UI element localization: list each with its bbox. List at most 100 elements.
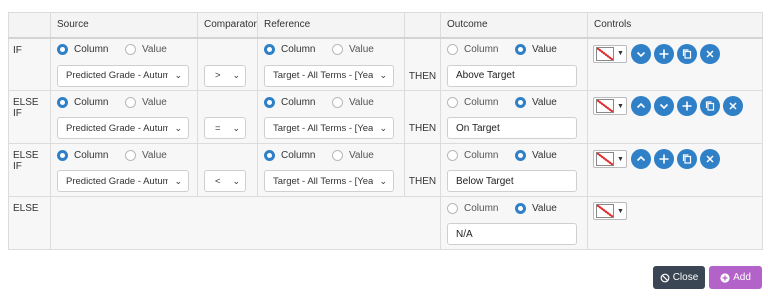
outcome-column-radio[interactable]: Column	[447, 149, 515, 161]
source-select-value: Predicted Grade - Autumn	[66, 122, 169, 134]
color-picker[interactable]: ▼	[593, 44, 627, 63]
copy-icon	[682, 48, 692, 59]
comparator-value: >	[215, 70, 221, 81]
source-cell: Column Value Predicted Grade - Autumn ⌄	[50, 143, 198, 197]
reference-select[interactable]: Target - All Terms - [YearG ⌄	[264, 117, 394, 139]
chevron-down-icon: ⌄	[174, 70, 182, 80]
radio-label: Value	[532, 202, 557, 214]
delete-row-button[interactable]	[700, 43, 720, 64]
reference-select[interactable]: Target - All Terms - [YearG ⌄	[264, 170, 394, 192]
caret-down-icon: ▼	[617, 207, 624, 215]
comparator-select[interactable]: < ⌄	[204, 170, 246, 192]
then-cell: THEN	[404, 37, 441, 91]
header-then	[404, 12, 441, 39]
outcome-value-radio[interactable]: Value	[515, 202, 583, 214]
rules-table: Source Comparator Reference Outcome Cont…	[8, 12, 763, 250]
delete-row-button[interactable]	[700, 149, 720, 169]
then-cell: THEN	[404, 143, 441, 197]
radio-label: Value	[532, 149, 557, 161]
then-cell: THEN	[404, 90, 441, 144]
color-picker[interactable]: ▼	[593, 97, 627, 115]
source-column-radio[interactable]: Column	[57, 44, 125, 55]
no-color-swatch-icon	[596, 152, 614, 166]
reference-select[interactable]: Target - All Terms - [YearG ⌄	[264, 64, 394, 87]
source-column-radio[interactable]: Column	[57, 96, 125, 108]
add-row-button[interactable]	[654, 149, 674, 169]
close-icon	[706, 49, 714, 58]
radio-label: Value	[532, 44, 557, 55]
chevron-down-icon: ⌄	[174, 175, 182, 186]
move-up-button[interactable]	[631, 96, 651, 116]
radio-label: Column	[281, 96, 316, 108]
source-select[interactable]: Predicted Grade - Autumn ⌄	[57, 117, 189, 139]
radio-unselected-icon	[447, 44, 458, 55]
outcome-input[interactable]: On Target	[447, 117, 577, 139]
move-up-button[interactable]	[631, 149, 651, 169]
comparator-select[interactable]: > ⌄	[204, 64, 246, 87]
move-down-button[interactable]	[631, 43, 651, 64]
reference-cell: Column Value Target - All Terms - [YearG…	[257, 90, 405, 144]
close-button[interactable]: Close	[653, 266, 705, 289]
plus-icon	[682, 101, 692, 111]
add-row-button[interactable]	[654, 43, 674, 64]
move-down-button[interactable]	[654, 96, 674, 116]
close-icon	[706, 155, 714, 163]
source-select-value: Predicted Grade - Autumn	[66, 70, 169, 81]
reference-value-radio[interactable]: Value	[332, 96, 400, 108]
source-value-radio[interactable]: Value	[125, 149, 193, 161]
rule-row-else: ELSE Column Value N/A ▼	[8, 196, 763, 250]
outcome-input[interactable]: Below Target	[447, 170, 577, 192]
outcome-column-radio[interactable]: Column	[447, 202, 515, 214]
copy-row-button[interactable]	[700, 96, 720, 116]
outcome-column-radio[interactable]: Column	[447, 96, 515, 108]
chevron-down-icon: ⌄	[232, 175, 240, 186]
radio-unselected-icon	[332, 149, 343, 161]
reference-column-radio[interactable]: Column	[264, 149, 332, 161]
color-picker[interactable]: ▼	[593, 202, 627, 220]
caret-down-icon: ▼	[617, 50, 624, 57]
outcome-input[interactable]: Above Target	[447, 64, 577, 87]
outcome-value-radio[interactable]: Value	[515, 96, 583, 108]
source-value-radio[interactable]: Value	[125, 44, 193, 55]
radio-label: Value	[349, 149, 374, 161]
header-comparator: Comparator	[197, 12, 258, 39]
source-value-radio[interactable]: Value	[125, 96, 193, 108]
header-controls: Controls	[587, 12, 763, 39]
outcome-input[interactable]: N/A	[447, 223, 577, 245]
no-color-swatch-icon	[596, 99, 614, 113]
rule-row-else-if: ELSE IF Column Value Predicted Grade - A…	[8, 90, 763, 144]
caret-down-icon: ▼	[617, 102, 624, 110]
reference-cell: Column Value Target - All Terms - [YearG…	[257, 37, 405, 91]
outcome-value-radio[interactable]: Value	[515, 149, 583, 161]
then-label: THEN	[408, 176, 437, 187]
radio-label: Column	[281, 44, 316, 55]
condition-label: ELSE IF	[8, 90, 51, 144]
add-row-button[interactable]	[677, 96, 697, 116]
reference-value-radio[interactable]: Value	[332, 149, 400, 161]
radio-label: Column	[464, 149, 499, 161]
radio-label: Column	[74, 96, 109, 108]
caret-down-icon: ▼	[617, 155, 624, 163]
plus-circle-icon	[720, 272, 730, 283]
color-picker[interactable]: ▼	[593, 150, 627, 168]
close-icon	[729, 102, 737, 110]
delete-row-button[interactable]	[723, 96, 743, 116]
radio-unselected-icon	[447, 96, 458, 108]
source-column-radio[interactable]: Column	[57, 149, 125, 161]
source-select[interactable]: Predicted Grade - Autumn ⌄	[57, 170, 189, 192]
outcome-column-radio[interactable]: Column	[447, 44, 515, 55]
outcome-cell: Column Value Below Target	[440, 143, 588, 197]
comparator-select[interactable]: = ⌄	[204, 117, 246, 139]
add-button[interactable]: Add	[709, 266, 762, 289]
outcome-value-radio[interactable]: Value	[515, 44, 583, 55]
source-cell: Column Value Predicted Grade - Autumn ⌄	[50, 90, 198, 144]
radio-label: Value	[142, 44, 167, 55]
radio-label: Column	[74, 44, 109, 55]
reference-value-radio[interactable]: Value	[332, 44, 400, 55]
reference-column-radio[interactable]: Column	[264, 96, 332, 108]
reference-column-radio[interactable]: Column	[264, 44, 332, 55]
copy-row-button[interactable]	[677, 43, 697, 64]
source-select[interactable]: Predicted Grade - Autumn ⌄	[57, 64, 189, 87]
copy-row-button[interactable]	[677, 149, 697, 169]
radio-unselected-icon	[125, 149, 136, 161]
